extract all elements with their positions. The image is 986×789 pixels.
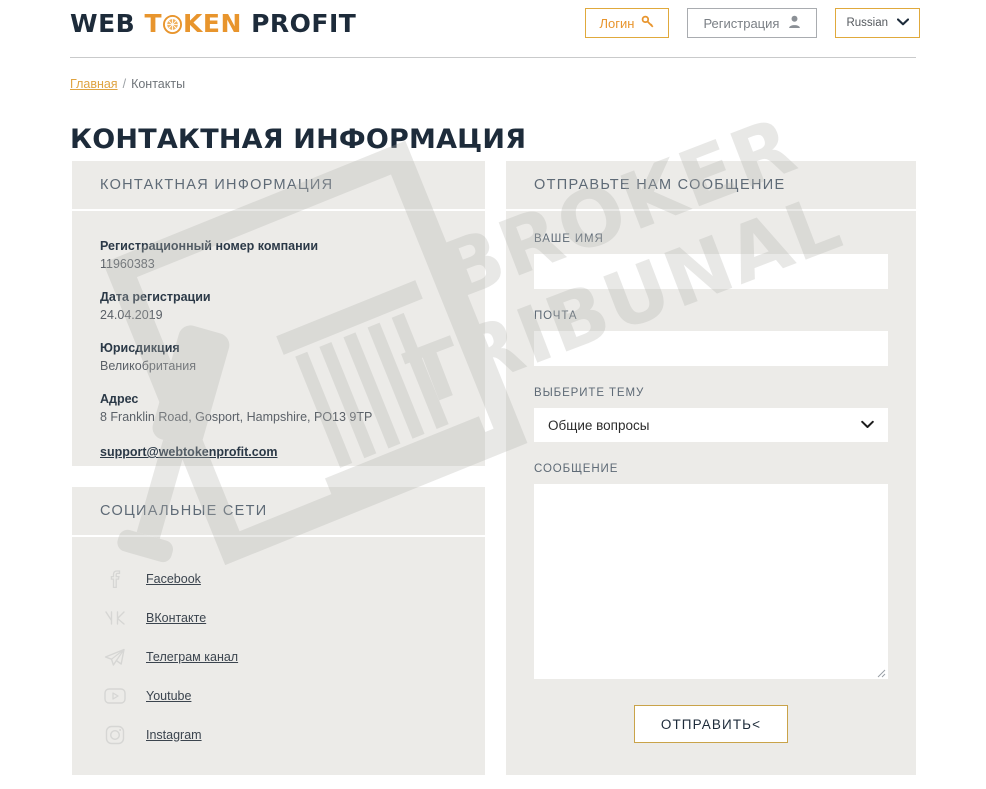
list-item[interactable]: Youtube	[72, 676, 485, 715]
instagram-icon	[102, 722, 128, 748]
register-button[interactable]: Регистрация	[687, 8, 818, 38]
email-input[interactable]	[534, 331, 888, 366]
logo-text-profit: PROFIT	[251, 9, 357, 38]
contact-field-label: Дата регистрации	[100, 290, 211, 304]
social-link-label[interactable]: ВКонтакте	[146, 611, 206, 625]
contact-field-value: 8 Franklin Road, Gosport, Hampshire, PO1…	[100, 410, 373, 424]
login-button[interactable]: Логин	[585, 8, 670, 38]
name-input[interactable]	[534, 254, 888, 289]
message-textarea-wrapper	[534, 484, 888, 679]
list-item[interactable]: Телеграм канал	[72, 637, 485, 676]
chevron-down-icon	[896, 17, 910, 29]
contact-field-label: Регистрационный номер компании	[100, 239, 319, 253]
telegram-icon	[102, 644, 128, 670]
social-panel-heading: СОЦИАЛЬНЫЕ СЕТИ	[72, 487, 485, 537]
list-item[interactable]: Instagram	[72, 715, 485, 754]
language-selector[interactable]: Russian	[835, 8, 920, 38]
contact-page: WEB T KEN PROFIT Логин Регистрация Russi…	[0, 0, 986, 789]
list-item[interactable]: ВКонтакте	[72, 598, 485, 637]
breadcrumb-current: Контакты	[131, 77, 186, 91]
breadcrumb: Главная / Контакты	[70, 77, 185, 91]
social-link-label[interactable]: Facebook	[146, 572, 201, 586]
contact-field: Регистрационный номер компании 11960383	[100, 239, 457, 271]
submit-row: ОТПРАВИТЬ<	[534, 705, 888, 743]
youtube-icon	[102, 683, 128, 709]
email-field-label: ПОЧТА	[534, 310, 578, 322]
login-button-label: Логин	[599, 15, 635, 31]
social-panel-body: Facebook ВКонтакте Телеграм канал Youtub…	[72, 537, 485, 754]
token-circle-icon	[163, 11, 182, 34]
site-header: WEB T KEN PROFIT Логин Регистрация Russi…	[0, 0, 986, 58]
page-title: КОНТАКТНАЯ ИНФОРМАЦИЯ	[70, 124, 527, 156]
topic-select[interactable]: Общие вопросы	[534, 408, 888, 442]
contact-field-value: 24.04.2019	[100, 308, 163, 322]
message-textarea[interactable]	[534, 484, 888, 679]
logo-text-web: WEB	[70, 9, 136, 38]
social-link-label[interactable]: Instagram	[146, 728, 202, 742]
contact-field-value: 11960383	[100, 257, 155, 271]
contact-field-label: Юрисдикция	[100, 341, 180, 355]
key-icon	[641, 15, 655, 32]
contact-field: Дата регистрации 24.04.2019	[100, 290, 457, 322]
contact-form-panel: ОТПРАВЬТЕ НАМ СООБЩЕНИЕ ВАШЕ ИМЯ ПОЧТА В…	[506, 161, 916, 775]
social-networks-panel: СОЦИАЛЬНЫЕ СЕТИ Facebook ВКонтакте Телег…	[72, 487, 485, 775]
name-field-label: ВАШЕ ИМЯ	[534, 233, 604, 245]
header-controls: Логин Регистрация Russian	[585, 8, 920, 38]
form-panel-heading: ОТПРАВЬТЕ НАМ СООБЩЕНИЕ	[506, 161, 916, 211]
contact-panel-heading: КОНТАКТНАЯ ИНФОРМАЦИЯ	[72, 161, 485, 211]
support-email-link[interactable]: support@webtokenprofit.com	[100, 445, 277, 459]
topic-select-value: Общие вопросы	[548, 417, 650, 433]
header-divider	[70, 57, 916, 58]
contact-field: Адрес 8 Franklin Road, Gosport, Hampshir…	[100, 392, 457, 424]
breadcrumb-separator: /	[122, 77, 127, 91]
logo-text-ken: KEN	[183, 9, 242, 38]
contact-field-label: Адрес	[100, 392, 139, 406]
social-link-label[interactable]: Телеграм канал	[146, 650, 238, 664]
site-logo[interactable]: WEB T KEN PROFIT	[70, 9, 356, 38]
facebook-icon	[102, 566, 128, 592]
form-panel-body: ВАШЕ ИМЯ ПОЧТА ВЫБЕРИТЕ ТЕМУ Общие вопро…	[506, 211, 916, 743]
social-link-label[interactable]: Youtube	[146, 689, 191, 703]
language-selector-value: Russian	[846, 17, 888, 29]
contact-field-value: Великобритания	[100, 359, 196, 373]
topic-select-wrapper: Общие вопросы	[534, 408, 888, 442]
topic-field-label: ВЫБЕРИТЕ ТЕМУ	[534, 387, 645, 399]
submit-button[interactable]: ОТПРАВИТЬ<	[633, 705, 789, 743]
breadcrumb-home-link[interactable]: Главная	[70, 77, 118, 91]
contact-information-panel: КОНТАКТНАЯ ИНФОРМАЦИЯ Регистрационный но…	[72, 161, 485, 466]
logo-text-t: T	[144, 9, 162, 38]
contact-panel-body: Регистрационный номер компании 11960383 …	[72, 211, 485, 461]
user-icon	[788, 15, 801, 32]
vk-icon	[102, 605, 128, 631]
register-button-label: Регистрация	[703, 15, 780, 31]
contact-field: Юрисдикция Великобритания	[100, 341, 457, 373]
message-field-label: СООБЩЕНИЕ	[534, 463, 619, 475]
list-item[interactable]: Facebook	[72, 559, 485, 598]
